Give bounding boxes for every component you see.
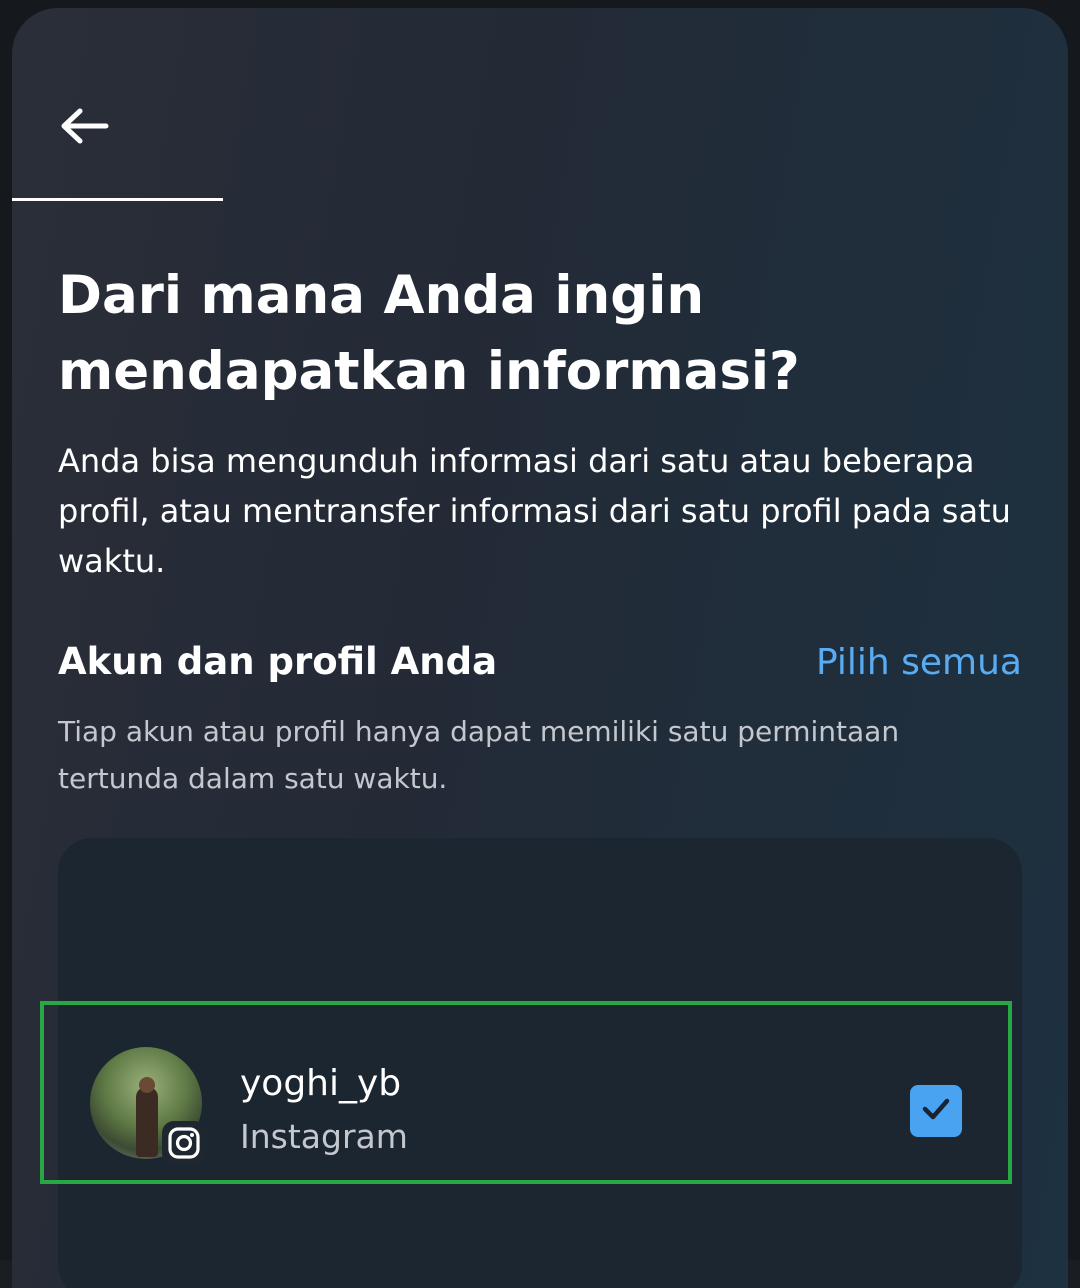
section-title: Akun dan profil Anda [58,640,498,683]
account-checkbox[interactable] [910,1085,962,1137]
select-all-link[interactable]: Pilih semua [816,642,1022,683]
instagram-icon [162,1121,206,1165]
progress-bar-fill [12,198,224,201]
account-row-yoghi-yb[interactable]: yoghi_yb Instagram [40,1001,1012,1184]
section-note: Tiap akun atau profil hanya dapat memili… [58,715,900,795]
page-title: Dari mana Anda ingin mendapatkan informa… [58,265,800,402]
arrow-left-icon [58,106,110,150]
page-description: Anda bisa mengunduh informasi dari satu … [58,442,1011,580]
avatar-person [136,1087,158,1157]
account-username: yoghi_yb [240,1063,402,1104]
account-platform: Instagram [240,1117,408,1156]
avatar-head [139,1077,155,1093]
checkmark-icon [921,1097,951,1125]
back-button[interactable] [52,96,116,160]
progress-bar [12,198,1068,201]
